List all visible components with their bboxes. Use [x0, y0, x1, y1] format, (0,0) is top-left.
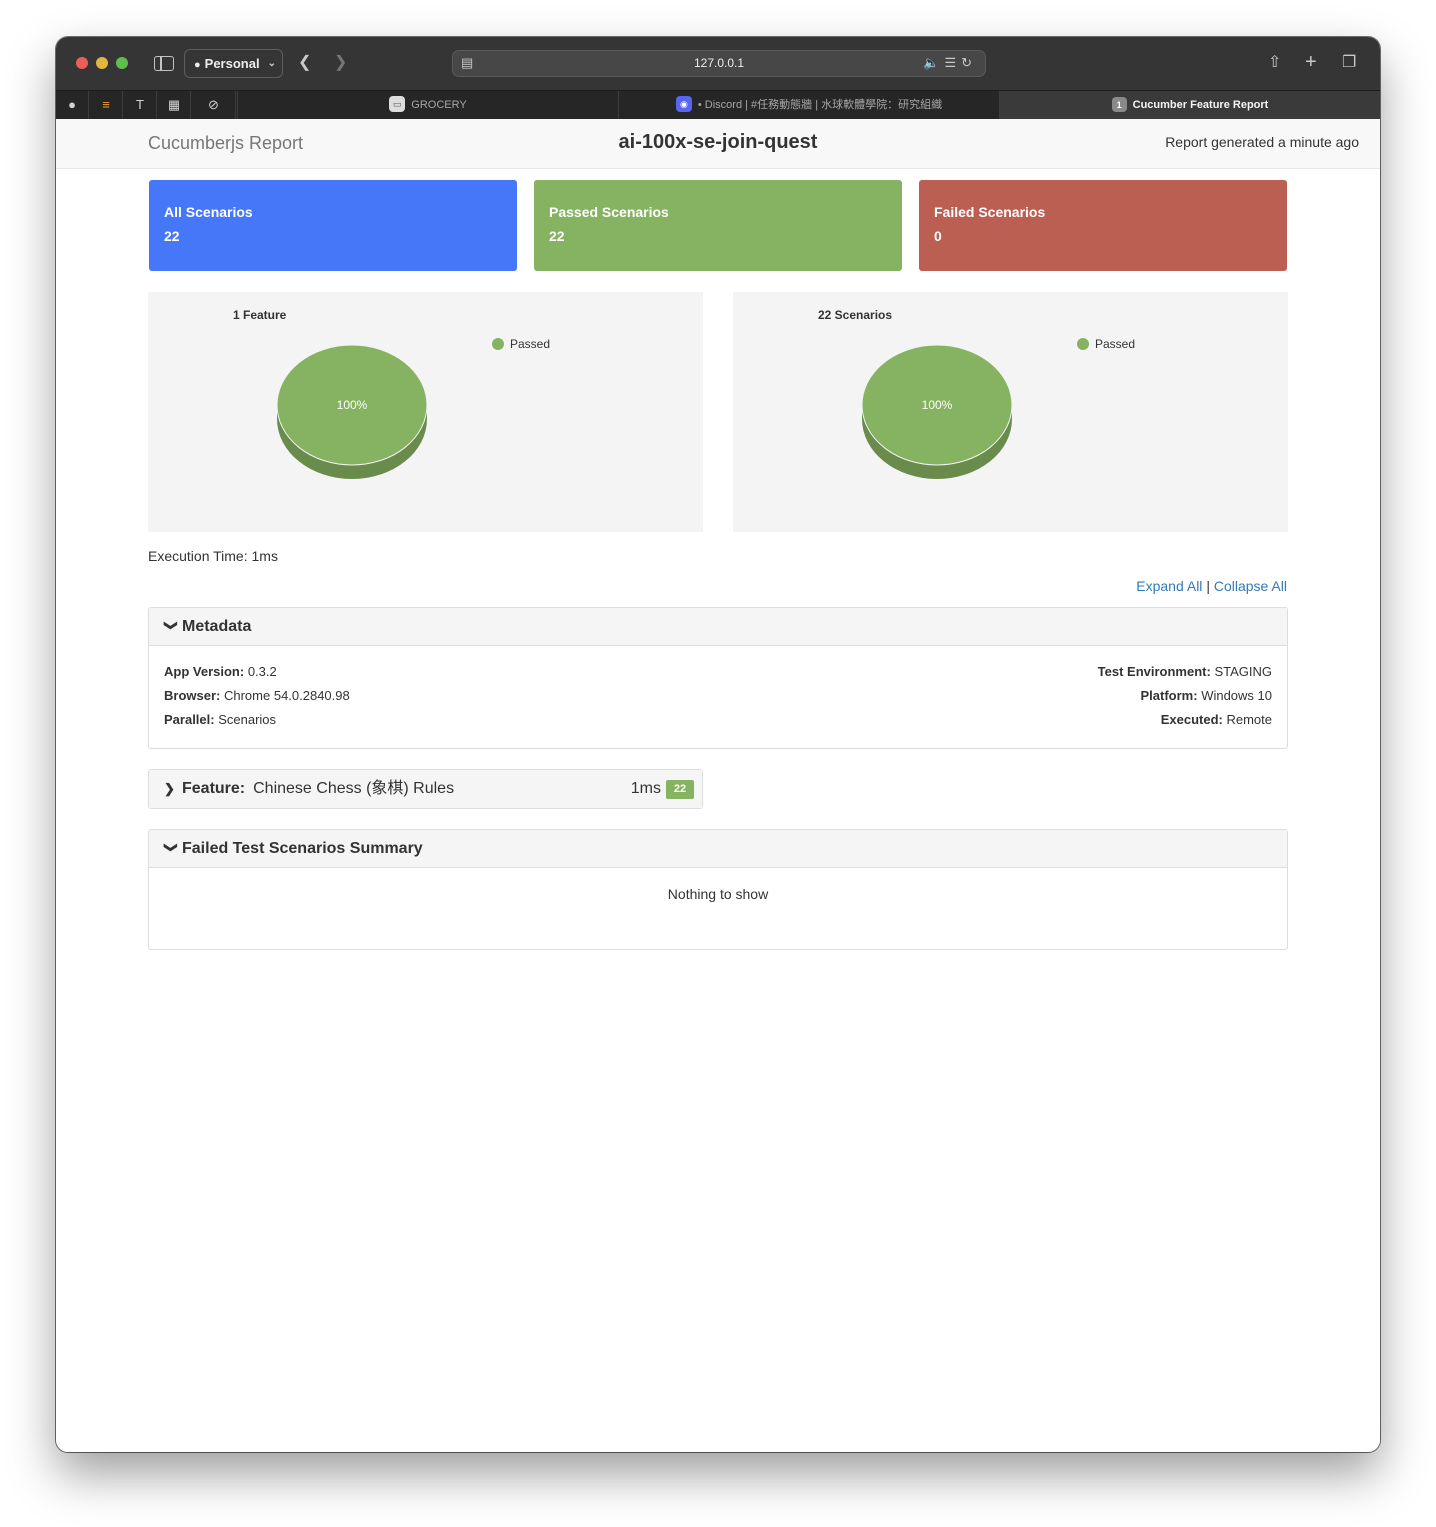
new-tab-icon[interactable]: + [1305, 52, 1317, 72]
metadata-title: Metadata [182, 618, 252, 635]
meta-executed: Executed: Remote [1161, 712, 1272, 727]
meta-value: Chrome 54.0.2840.98 [223, 688, 350, 703]
legend-swatch-passed [492, 338, 504, 350]
meta-label: Browser: [164, 688, 221, 703]
all-scenarios-card: All Scenarios 22 [149, 180, 517, 271]
tab-overview-icon[interactable]: ❐ [1342, 53, 1356, 73]
link-separator: | [1206, 578, 1210, 594]
tab-grocery[interactable]: ▭ GROCERY [237, 91, 618, 119]
passed-scenarios-card: Passed Scenarios 22 [534, 180, 902, 271]
card-value: 22 [164, 228, 180, 244]
meta-test-environment: Test Environment: STAGING [1098, 664, 1272, 679]
scenarios-chart-panel: 22 Scenarios 100% Passed [733, 292, 1288, 532]
browser-window: ● Personal ⌄ ❮ ❯ ▤ 127.0.0.1 🔈☰↻ ⇧ + ❐ ● … [56, 37, 1380, 1452]
url-text: 127.0.0.1 [693, 56, 745, 70]
report-generated-text: Report generated a minute ago [1165, 134, 1359, 150]
expand-collapse-links: Expand All | Collapse All [1136, 578, 1287, 594]
tab-title: Cucumber Feature Report [1132, 99, 1269, 111]
meta-label: App Version: [164, 664, 245, 679]
profile-selector[interactable]: ● Personal ⌄ [184, 49, 283, 78]
expand-all-link[interactable]: Expand All [1136, 578, 1202, 594]
meta-label: Parallel: [164, 712, 215, 727]
meta-value: STAGING [1214, 664, 1272, 679]
chevron-down-icon: ⌄ [267, 58, 276, 69]
zoom-window-button[interactable] [116, 57, 128, 69]
card-value: 22 [549, 228, 565, 244]
failed-summary-title: Failed Test Scenarios Summary [182, 840, 423, 857]
feature-name: Chinese Chess (象棋) Rules [253, 780, 455, 797]
discord-favicon-icon: ◉ [675, 96, 692, 113]
tab-cucumber-report[interactable]: 1 Cucumber Feature Report [999, 91, 1380, 119]
execution-time: Execution Time: 1ms [148, 548, 278, 564]
grocery-favicon-icon: ▭ [389, 96, 406, 113]
github-icon[interactable]: ● [56, 91, 89, 119]
card-value: 0 [934, 228, 942, 244]
card-label: All Scenarios [164, 204, 253, 220]
back-icon[interactable]: ❮ [298, 53, 311, 73]
pie-slice-label: 100% [337, 398, 368, 412]
minimize-window-button[interactable] [96, 57, 108, 69]
meta-value: Windows 10 [1201, 688, 1272, 703]
collapse-all-link[interactable]: Collapse All [1214, 578, 1287, 594]
tab-title: • Discord | #任務動態牆 | 水球軟體學院：研究組織 [697, 99, 943, 111]
pinned-tab-grid-icon[interactable]: ▦ [158, 91, 191, 119]
feature-panel[interactable]: ❯ Feature: Chinese Chess (象棋) Rules 1ms 22 [148, 769, 703, 809]
pinned-tab-icon[interactable]: ≡ [90, 91, 123, 119]
card-label: Failed Scenarios [934, 204, 1046, 220]
tab-number-icon: 1 [1111, 96, 1127, 112]
card-label: Passed Scenarios [549, 204, 669, 220]
chevron-right-icon: ❯ [164, 781, 175, 796]
scenario-count-badge: 22 [666, 780, 694, 799]
person-icon: ● [194, 59, 201, 71]
forward-icon[interactable]: ❯ [334, 53, 347, 73]
feature-keyword: Feature: [182, 780, 246, 797]
failed-scenarios-card: Failed Scenarios 0 [919, 180, 1287, 271]
speaker-icon[interactable]: 🔈 [923, 55, 944, 70]
chevron-down-icon: ❯ [164, 842, 179, 853]
tab-strip: ● ≡ T ▦ ⊘ ▭ GROCERY ◉ • Discord | #任務動態牆 |… [56, 90, 1380, 119]
meta-label: Test Environment: [1097, 664, 1211, 679]
failed-summary-panel: ❯ Failed Test Scenarios Summary Nothing t… [148, 829, 1288, 950]
meta-value: 0.3.2 [247, 664, 277, 679]
report-page: Cucumberjs Report ai-100x-se-join-quest … [56, 119, 1380, 1452]
legend-swatch-passed [1077, 338, 1089, 350]
pinned-tab-sync-icon[interactable]: ⊘ [192, 91, 236, 119]
meta-platform: Platform: Windows 10 [1141, 688, 1273, 703]
meta-value: Remote [1226, 712, 1272, 727]
chevron-down-icon: ❯ [164, 620, 179, 631]
share-icon[interactable]: ⇧ [1268, 53, 1281, 73]
features-pie-chart: 100% [276, 344, 428, 479]
metadata-panel: ❯ Metadata App Version: 0.3.2 Browser: Ch… [148, 607, 1288, 749]
features-chart-panel: 1 Feature 100% Passed [148, 292, 703, 532]
translate-icon[interactable]: ☰ [944, 55, 961, 70]
metadata-heading[interactable]: ❯ Metadata [149, 608, 1287, 646]
empty-state-text: Nothing to show [667, 886, 769, 902]
meta-label: Platform: [1140, 688, 1198, 703]
legend-label-passed[interactable]: Passed [1095, 337, 1135, 351]
browser-titlebar: ● Personal ⌄ ❮ ❯ ▤ 127.0.0.1 🔈☰↻ ⇧ + ❐ [56, 37, 1380, 90]
pinned-tab-t-icon[interactable]: T [124, 91, 157, 119]
reload-icon[interactable]: ↻ [961, 55, 977, 70]
meta-label: Executed: [1160, 712, 1223, 727]
legend-label-passed[interactable]: Passed [510, 337, 550, 351]
profile-label: Personal [204, 56, 260, 71]
failed-summary-heading[interactable]: ❯ Failed Test Scenarios Summary [149, 830, 1287, 868]
meta-value: Scenarios [218, 712, 277, 727]
scenarios-pie-chart: 100% [861, 344, 1013, 479]
report-navbar: Cucumberjs Report ai-100x-se-join-quest … [56, 119, 1380, 169]
tab-discord[interactable]: ◉ • Discord | #任務動態牆 | 水球軟體學院：研究組織 [618, 91, 999, 119]
pie-slice-label: 100% [922, 398, 953, 412]
address-bar[interactable]: ▤ 127.0.0.1 🔈☰↻ [452, 50, 986, 77]
meta-browser: Browser: Chrome 54.0.2840.98 [164, 688, 350, 703]
feature-duration: 1ms [630, 780, 661, 797]
tab-title: GROCERY [411, 99, 467, 111]
sidebar-toggle-icon[interactable] [154, 56, 174, 71]
meta-app-version: App Version: 0.3.2 [164, 664, 277, 679]
close-window-button[interactable] [76, 57, 88, 69]
feature-heading[interactable]: ❯ Feature: Chinese Chess (象棋) Rules [149, 770, 702, 808]
meta-parallel: Parallel: Scenarios [164, 712, 276, 727]
